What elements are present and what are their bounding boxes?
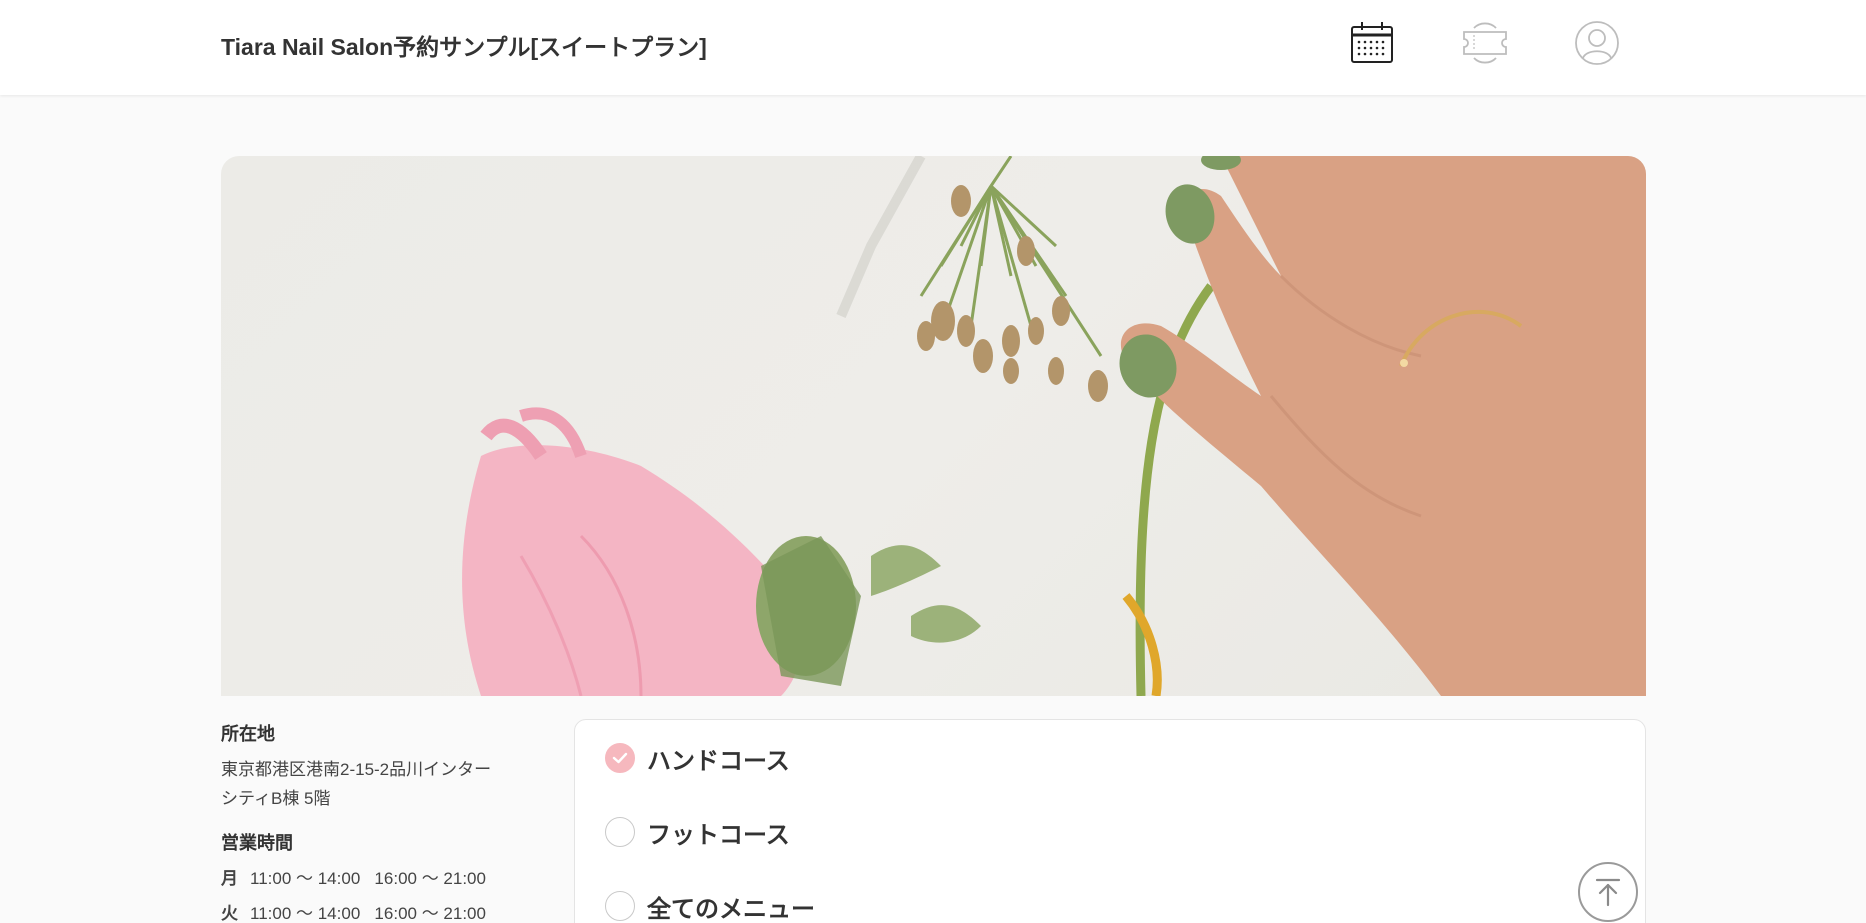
- radio-checked[interactable]: [605, 743, 635, 773]
- scroll-to-top-button[interactable]: [1578, 862, 1638, 922]
- hours-day: 火: [221, 904, 238, 923]
- hours-row: 月 11:00 〜 14:00 16:00 〜 21:00: [221, 864, 561, 899]
- hero-image: [221, 156, 1646, 696]
- arrow-up-to-top-icon: [1595, 878, 1621, 907]
- location-heading: 所在地: [221, 724, 275, 744]
- hours-day: 月: [221, 869, 238, 888]
- site-header: Tiara Nail Salon予約サンプル[スイートプラン]: [0, 0, 1866, 95]
- hand-with-green-nails-and-flowers-photo: [462, 156, 1646, 696]
- address: 東京都港区港南2-15-2品川インター シティB棟 5階: [221, 755, 561, 813]
- menu-option-label: フットコース: [647, 821, 790, 849]
- menu-option-label: ハンドコース: [647, 747, 790, 775]
- address-line-1: 東京都港区港南2-15-2品川インター: [221, 760, 492, 779]
- address-line-2: シティB棟 5階: [221, 789, 331, 808]
- hours-slots: 11:00 〜 14:00 16:00 〜 21:00: [250, 904, 486, 923]
- hours-heading: 営業時間: [221, 833, 293, 853]
- site-title[interactable]: Tiara Nail Salon予約サンプル[スイートプラン]: [221, 28, 707, 62]
- ticket-icon[interactable]: [1460, 18, 1510, 68]
- menu-course-selector: ハンドコース フットコース 全てのメニュー: [574, 719, 1646, 923]
- user-icon[interactable]: [1572, 18, 1622, 68]
- radio-unchecked[interactable]: [605, 891, 635, 921]
- menu-option-hand-course[interactable]: ハンドコース: [605, 741, 790, 775]
- radio-unchecked[interactable]: [605, 817, 635, 847]
- hours-row: 火 11:00 〜 14:00 16:00 〜 21:00: [221, 899, 561, 923]
- hours-slots: 11:00 〜 14:00 16:00 〜 21:00: [250, 869, 486, 888]
- check-icon: [612, 752, 628, 764]
- menu-option-all-menu[interactable]: 全てのメニュー: [605, 889, 815, 923]
- calendar-icon[interactable]: [1347, 18, 1397, 68]
- salon-info: 所在地 東京都港区港南2-15-2品川インター シティB棟 5階 営業時間 月1…: [221, 720, 561, 923]
- menu-option-foot-course[interactable]: フットコース: [605, 815, 790, 849]
- menu-option-label: 全てのメニュー: [647, 895, 815, 923]
